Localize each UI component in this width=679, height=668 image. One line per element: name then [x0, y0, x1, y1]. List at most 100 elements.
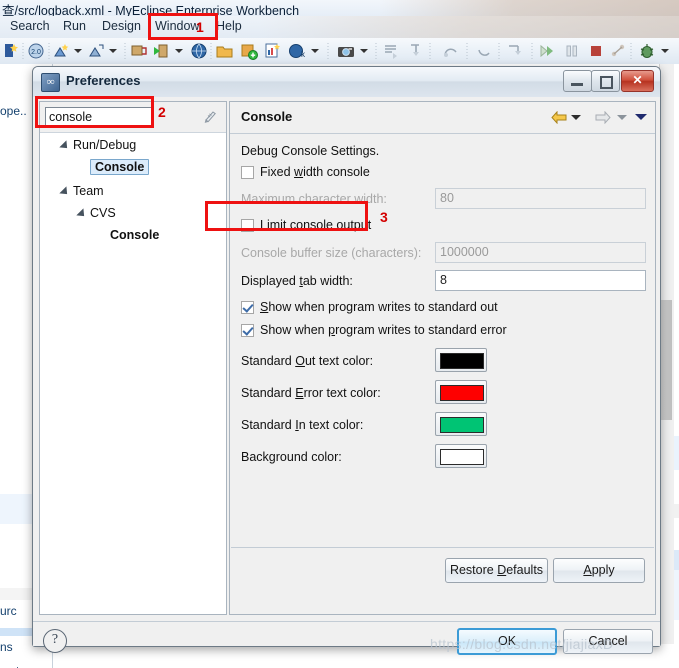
menu-window[interactable]: Window — [155, 19, 199, 33]
suspend-icon[interactable] — [563, 42, 581, 60]
maximize-button[interactable] — [591, 70, 620, 92]
twisty-team[interactable] — [59, 186, 71, 198]
terminate-icon[interactable] — [587, 42, 605, 60]
page-menu-chevron-down-icon[interactable] — [635, 114, 647, 120]
browser-globe-icon[interactable] — [190, 42, 208, 60]
open-folder-icon[interactable] — [216, 42, 234, 60]
minimize-button[interactable] — [563, 70, 592, 92]
dialog-body: Run/Debug Console Team CVS Console Conso… — [33, 97, 660, 655]
preferences-tree-pane: Run/Debug Console Team CVS Console — [39, 101, 227, 615]
camera-snapshot-icon[interactable] — [337, 42, 355, 60]
menu-help[interactable]: Help — [216, 19, 242, 33]
show-stdout-label: Show when program writes to standard out — [260, 300, 498, 314]
show-stderr-label-pre: Show when — [260, 323, 329, 337]
report-icon[interactable] — [264, 42, 282, 60]
tree-item-console-run-debug[interactable]: Console — [90, 159, 150, 175]
displayed-tab-width-label-pre: Displayed — [241, 274, 300, 288]
displayed-tab-width-label-post: ab width: — [302, 274, 353, 288]
limit-console-output-checkbox[interactable] — [241, 219, 254, 232]
step-over-icon[interactable] — [442, 42, 460, 60]
tree-item-cvs[interactable]: CVS — [90, 206, 116, 220]
debug-bug-icon[interactable] — [638, 42, 656, 60]
dialog-title: Preferences — [66, 73, 141, 88]
restore-defaults-label-post: efaults — [506, 563, 544, 577]
content-header: Console — [230, 102, 655, 134]
standard-in-color-label-pre: Standard — [241, 418, 296, 432]
debug-dropdown-arrow[interactable] — [661, 49, 669, 53]
server-config-icon[interactable] — [130, 42, 148, 60]
close-button[interactable]: ✕ — [621, 70, 654, 92]
back-history-chevron-down-icon[interactable] — [571, 115, 581, 120]
standard-in-color-label-post: n text color: — [298, 418, 364, 432]
standard-out-color-label: Standard Out text color: — [241, 354, 373, 368]
tree-item-run-debug[interactable]: Run/Debug — [73, 138, 136, 152]
step-back-icon[interactable] — [475, 42, 493, 60]
show-stdout-label-post: how when program writes to standard out — [268, 300, 498, 314]
undeploy-icon[interactable] — [88, 42, 106, 60]
filter-row — [40, 102, 226, 133]
title-bar-glare — [379, 0, 679, 16]
deploy-dropdown-arrow[interactable] — [74, 49, 82, 53]
show-stderr-label: Show when program writes to standard err… — [260, 323, 507, 337]
menu-bar-glare — [259, 16, 679, 38]
toolbar-separator — [210, 42, 212, 59]
new-wizard-icon[interactable] — [2, 42, 20, 60]
toolbar-separator — [327, 42, 329, 59]
limit-console-output-label-post: imit console output — [266, 218, 372, 232]
tree-item-console-cvs[interactable]: Console — [110, 228, 159, 242]
toolbar-separator — [531, 42, 533, 59]
camera-dropdown-arrow[interactable] — [360, 49, 368, 53]
fixed-width-console-checkbox[interactable] — [241, 166, 254, 179]
web20-icon[interactable]: 2.0 — [27, 42, 45, 60]
run-server-dropdown-arrow[interactable] — [175, 49, 183, 53]
menu-run[interactable]: Run — [63, 19, 86, 33]
standard-error-color-label-pre: Standard — [241, 386, 296, 400]
restore-defaults-button[interactable]: Restore Defaults — [445, 558, 548, 583]
show-stdout-checkbox[interactable] — [241, 301, 254, 314]
import-project-icon[interactable] — [240, 42, 258, 60]
minimize-icon — [571, 83, 583, 86]
twisty-cvs[interactable] — [76, 208, 88, 220]
toolbar-separator — [466, 42, 468, 59]
left-snippet-2: urc — [0, 604, 17, 618]
show-stderr-checkbox[interactable] — [241, 324, 254, 337]
settings-description: Debug Console Settings. — [241, 144, 380, 158]
disconnect-icon[interactable] — [609, 42, 627, 60]
deploy-icon[interactable] — [53, 42, 71, 60]
tree-item-team[interactable]: Team — [73, 184, 104, 198]
annotation-number-3: 3 — [380, 209, 388, 225]
back-arrow-icon[interactable] — [551, 110, 567, 125]
clear-filter-icon[interactable] — [203, 109, 218, 124]
standard-out-color-button[interactable] — [435, 348, 487, 372]
globe-dropdown-arrow[interactable] — [311, 49, 319, 53]
menu-design[interactable]: Design — [102, 19, 141, 33]
twisty-run-debug[interactable] — [59, 140, 71, 152]
resume-icon[interactable] — [538, 42, 556, 60]
step-into-selection-icon[interactable] — [383, 42, 401, 60]
editor-scrollbar-thumb[interactable] — [660, 300, 672, 420]
step-down-icon[interactable] — [506, 42, 524, 60]
run-server-icon[interactable] — [152, 42, 170, 60]
background-color-label-pre: Back — [241, 450, 269, 464]
background-color-button[interactable] — [435, 444, 487, 468]
apply-accel: A — [583, 563, 592, 577]
undeploy-dropdown-arrow[interactable] — [109, 49, 117, 53]
forward-history-chevron-down-icon[interactable] — [617, 115, 627, 120]
globe-validate-icon[interactable]: k — [288, 42, 306, 60]
toolbar-separator — [630, 42, 632, 59]
step-return-icon[interactable] — [407, 42, 425, 60]
toolbar-separator — [498, 42, 500, 59]
standard-error-color-accel: E — [295, 386, 304, 400]
dialog-footer-divider — [33, 621, 660, 622]
standard-in-color-swatch — [440, 417, 484, 433]
restore-defaults-accel: D — [497, 563, 507, 577]
standard-in-color-button[interactable] — [435, 412, 487, 436]
menu-search[interactable]: Search — [10, 19, 50, 33]
standard-error-color-button[interactable] — [435, 380, 487, 404]
apply-button[interactable]: Apply — [553, 558, 645, 583]
forward-arrow-icon[interactable] — [595, 110, 611, 125]
help-button[interactable]: ? — [43, 629, 67, 653]
filter-text-input[interactable] — [45, 107, 153, 127]
displayed-tab-width-input[interactable]: 8 — [435, 270, 646, 291]
dialog-title-bar[interactable]: ∞ Preferences ✕ — [33, 67, 660, 98]
